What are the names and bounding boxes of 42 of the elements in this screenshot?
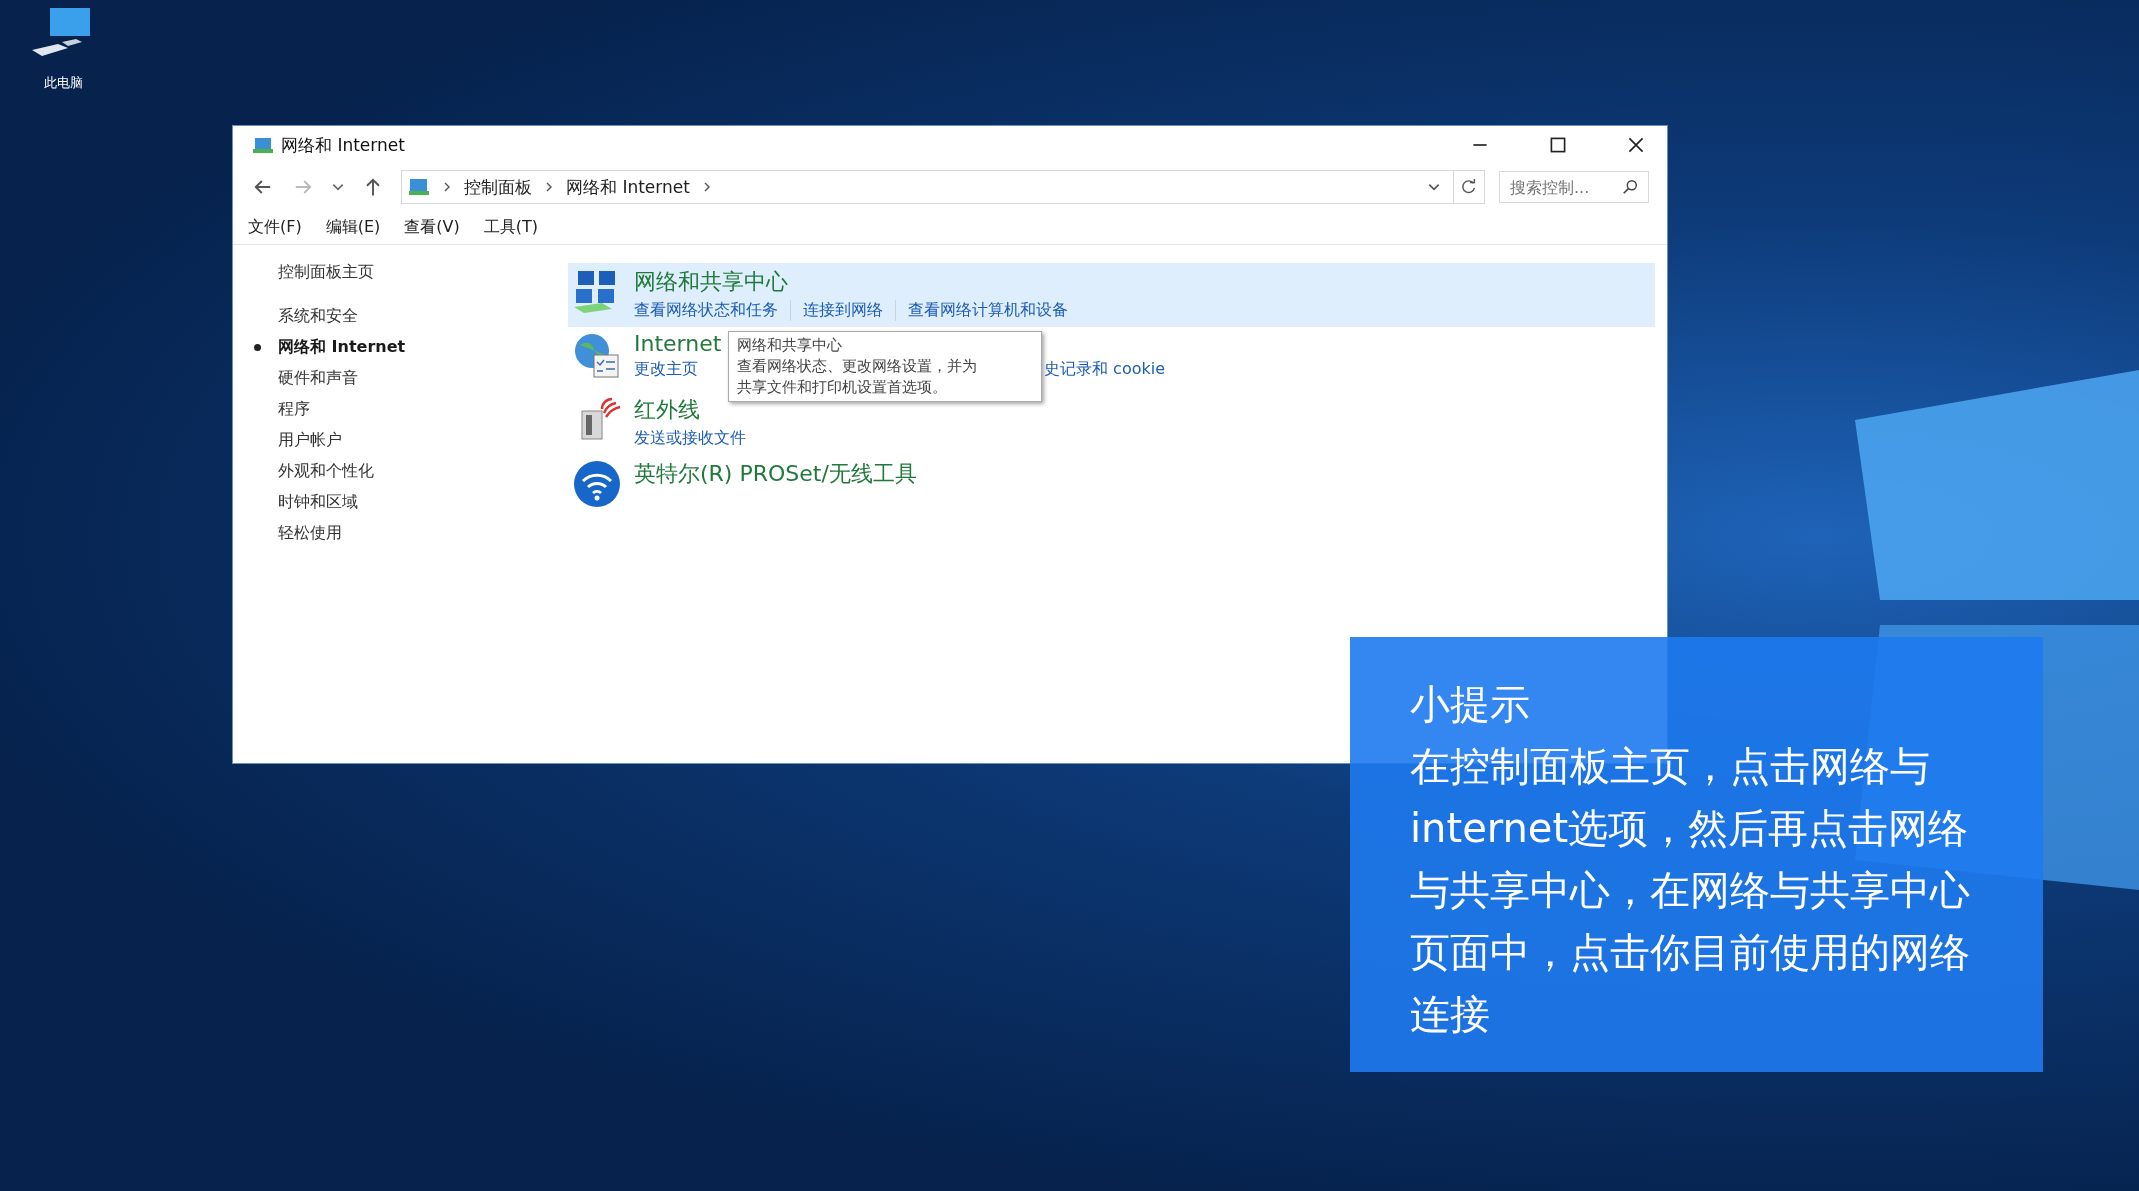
menu-item[interactable]: 编辑(E) — [325, 216, 381, 238]
menu-item[interactable]: 查看(V) — [404, 216, 460, 238]
desktop-icon-label: 此电脑 — [44, 74, 83, 92]
control-panel-icon — [408, 177, 430, 197]
window-title: 网络和 Internet — [281, 133, 405, 157]
category-title[interactable]: 英特尔(R) PROSet/无线工具 — [634, 459, 917, 489]
category-title[interactable]: 红外线 — [634, 395, 758, 425]
menu-item[interactable]: 工具(T) — [483, 216, 538, 238]
breadcrumb-item[interactable]: 网络和 Internet — [566, 175, 690, 199]
task-link[interactable]: 史记录和 cookie — [1044, 359, 1177, 380]
tip-text: 在控制面板主页，点击网络与internet选项，然后再点击网络与共享中心，在网络与共享中心页面中，点击你目前使用的网络连接 — [1410, 742, 1971, 1039]
category-title[interactable]: 网络和共享中心 — [634, 267, 1080, 297]
refresh-icon[interactable] — [1460, 178, 1478, 196]
tooltip-text: 共享文件和打印机设置首选项。 — [737, 378, 948, 397]
sidebar-item[interactable]: 控制面板主页 — [278, 262, 374, 283]
sidebar-item[interactable]: 轻松使用 — [278, 523, 342, 544]
task-link[interactable]: 查看网络状态和任务 — [634, 300, 790, 321]
address-bar[interactable]: 控制面板 网络和 Internet — [401, 170, 1485, 204]
task-link[interactable]: 查看网络计算机和设备 — [895, 300, 1080, 321]
sidebar-item[interactable]: 硬件和声音 — [278, 368, 358, 389]
sidebar-item[interactable]: 用户帐户 — [278, 430, 342, 451]
highlighted-category-row[interactable]: 网络和共享中心 查看网络状态和任务 连接到网络 查看网络计算机和设备 — [568, 263, 1655, 327]
task-link[interactable]: 发送或接收文件 — [634, 428, 758, 449]
tooltip-title: 网络和共享中心 — [737, 336, 843, 355]
menu-item[interactable]: 文件(F) — [248, 216, 302, 238]
sidebar-item[interactable]: 外观和个性化 — [278, 461, 374, 482]
tip-title: 小提示 — [1410, 680, 1531, 729]
task-link[interactable]: 更改主页 — [634, 359, 710, 380]
control-panel-icon — [253, 136, 273, 154]
sidebar-item[interactable]: 时钟和区域 — [278, 492, 358, 513]
globe-checklist-icon — [572, 331, 622, 381]
search-icon — [1621, 178, 1639, 196]
search-field[interactable]: 搜索控制... — [1499, 171, 1649, 203]
task-link[interactable]: 连接到网络 — [790, 300, 895, 321]
sidebar-item[interactable]: 程序 — [278, 399, 310, 420]
chevron-right-icon[interactable] — [442, 181, 452, 193]
breadcrumb-item[interactable]: 控制面板 — [464, 175, 532, 199]
sidebar-item[interactable]: 系统和安全 — [278, 306, 358, 327]
tooltip-text: 查看网络状态、更改网络设置，并为 — [737, 357, 978, 376]
sidebar-item[interactable]: 网络和 Internet — [278, 337, 406, 358]
wireless-icon — [572, 459, 622, 509]
chevron-right-icon[interactable] — [544, 181, 554, 193]
